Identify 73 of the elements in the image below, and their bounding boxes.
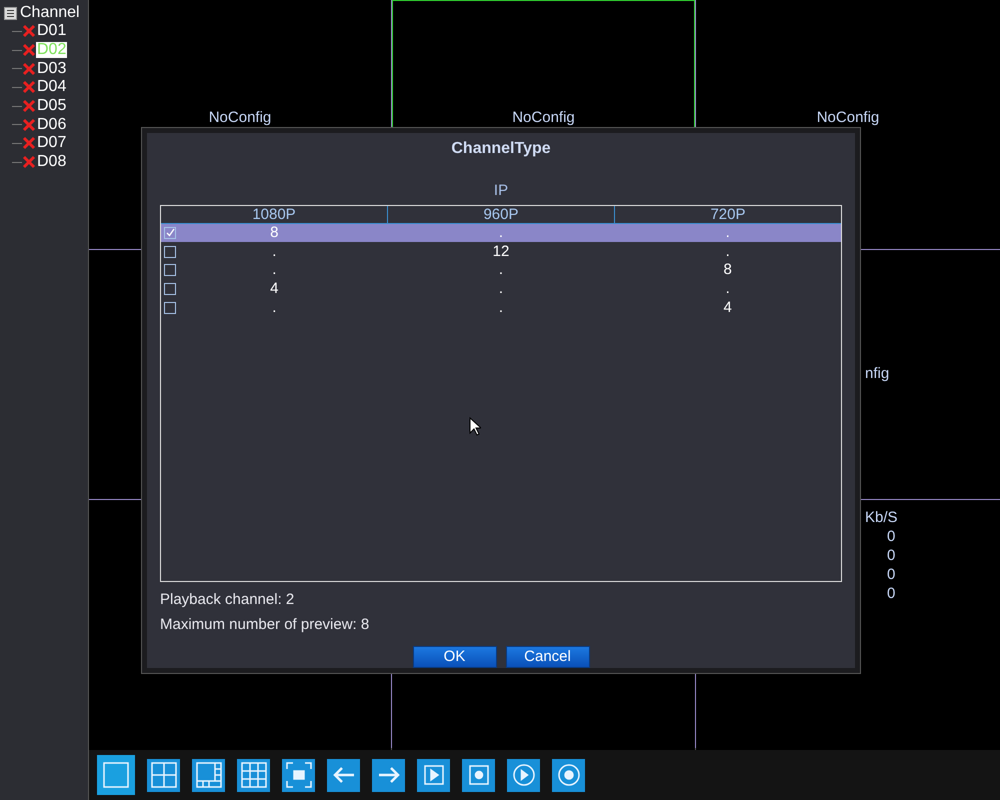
nine-view-icon [238, 760, 268, 790]
channel-item[interactable]: D07 [36, 135, 68, 152]
tree-title: Channel [20, 4, 80, 22]
toolbar-button[interactable] [237, 758, 270, 792]
table-cell: 8 [270, 224, 278, 242]
disconnected-icon [22, 99, 36, 114]
table-cell: 8 [724, 261, 732, 280]
bitrate-value: 0 [886, 565, 896, 584]
group-label: IP [494, 181, 508, 201]
table-row[interactable]: . . 4 [161, 298, 841, 317]
column-header: 1080P [251, 206, 297, 222]
channel-item[interactable]: D05 [36, 98, 68, 114]
channel-item[interactable]: D08 [36, 154, 68, 170]
table-cell: 4 [724, 298, 732, 317]
toolbar-button[interactable] [372, 758, 405, 792]
disconnected-icon [22, 136, 36, 150]
toolbar-button[interactable] [97, 755, 135, 795]
tile-status: NoConfig [816, 108, 880, 128]
dialog-button[interactable]: OK [412, 646, 496, 668]
table-cell: . [498, 298, 504, 317]
tile-status: NoConfig [208, 108, 272, 128]
table-cell: . [272, 298, 276, 317]
bitrate-header: Kb/S [865, 508, 898, 527]
tile-status: NoConfig [512, 108, 575, 128]
table-cell: . [498, 261, 504, 280]
disconnected-icon [22, 80, 36, 94]
info-text: Playback channel: 2 [160, 590, 296, 608]
checkbox[interactable] [164, 282, 176, 295]
toolbar-button[interactable] [552, 758, 585, 792]
toolbar-button[interactable] [192, 758, 225, 792]
fullscreen-icon [284, 760, 314, 790]
column-header: 960P [387, 206, 614, 222]
quad-view-icon [148, 760, 178, 790]
channel-item[interactable]: D03 [36, 60, 68, 77]
table-cell: 4 [270, 280, 278, 298]
toolbar-button[interactable] [327, 758, 360, 792]
toolbar-button[interactable] [417, 758, 450, 792]
channel-item[interactable]: D06 [36, 116, 68, 133]
toolbar-button[interactable] [462, 758, 495, 792]
disconnected-icon [22, 24, 36, 38]
table-cell: . [498, 280, 504, 298]
checkbox[interactable] [164, 226, 176, 239]
table-cell: . [498, 224, 504, 242]
bitrate-value: 0 [886, 546, 896, 565]
cursor-icon [469, 417, 481, 436]
channel-item[interactable]: D01 [36, 23, 68, 40]
list-icon [4, 6, 17, 20]
checkbox[interactable] [164, 264, 176, 276]
checkbox[interactable] [164, 246, 176, 258]
dialog-button[interactable]: Cancel [506, 646, 590, 668]
bitrate-value: 0 [886, 584, 896, 603]
disconnected-icon [22, 155, 36, 170]
toolbar-button[interactable] [282, 758, 315, 792]
column-header: 720P [614, 206, 841, 222]
disconnected-icon [22, 62, 36, 76]
toolbar-button[interactable] [147, 758, 180, 792]
table-row[interactable]: 4 . . [161, 280, 841, 298]
bitrate-value: 0 [886, 527, 896, 546]
table-cell: . [726, 224, 730, 242]
single-view-icon [101, 760, 131, 790]
channel-item[interactable]: D04 [36, 79, 68, 96]
table-row[interactable]: . . 8 [161, 260, 841, 280]
check-icon [166, 228, 174, 238]
disconnected-icon [22, 43, 36, 58]
table-cell: . [726, 280, 730, 298]
dialog-title: ChannelType [451, 139, 551, 159]
info-text: Maximum number of preview: 8 [160, 614, 370, 634]
toolbar-button[interactable] [507, 758, 540, 792]
tile-status: nfig [865, 364, 890, 384]
checkbox[interactable] [164, 302, 176, 314]
six-view-icon [194, 760, 224, 790]
disconnected-icon [22, 118, 36, 132]
table-cell: . [272, 261, 276, 280]
